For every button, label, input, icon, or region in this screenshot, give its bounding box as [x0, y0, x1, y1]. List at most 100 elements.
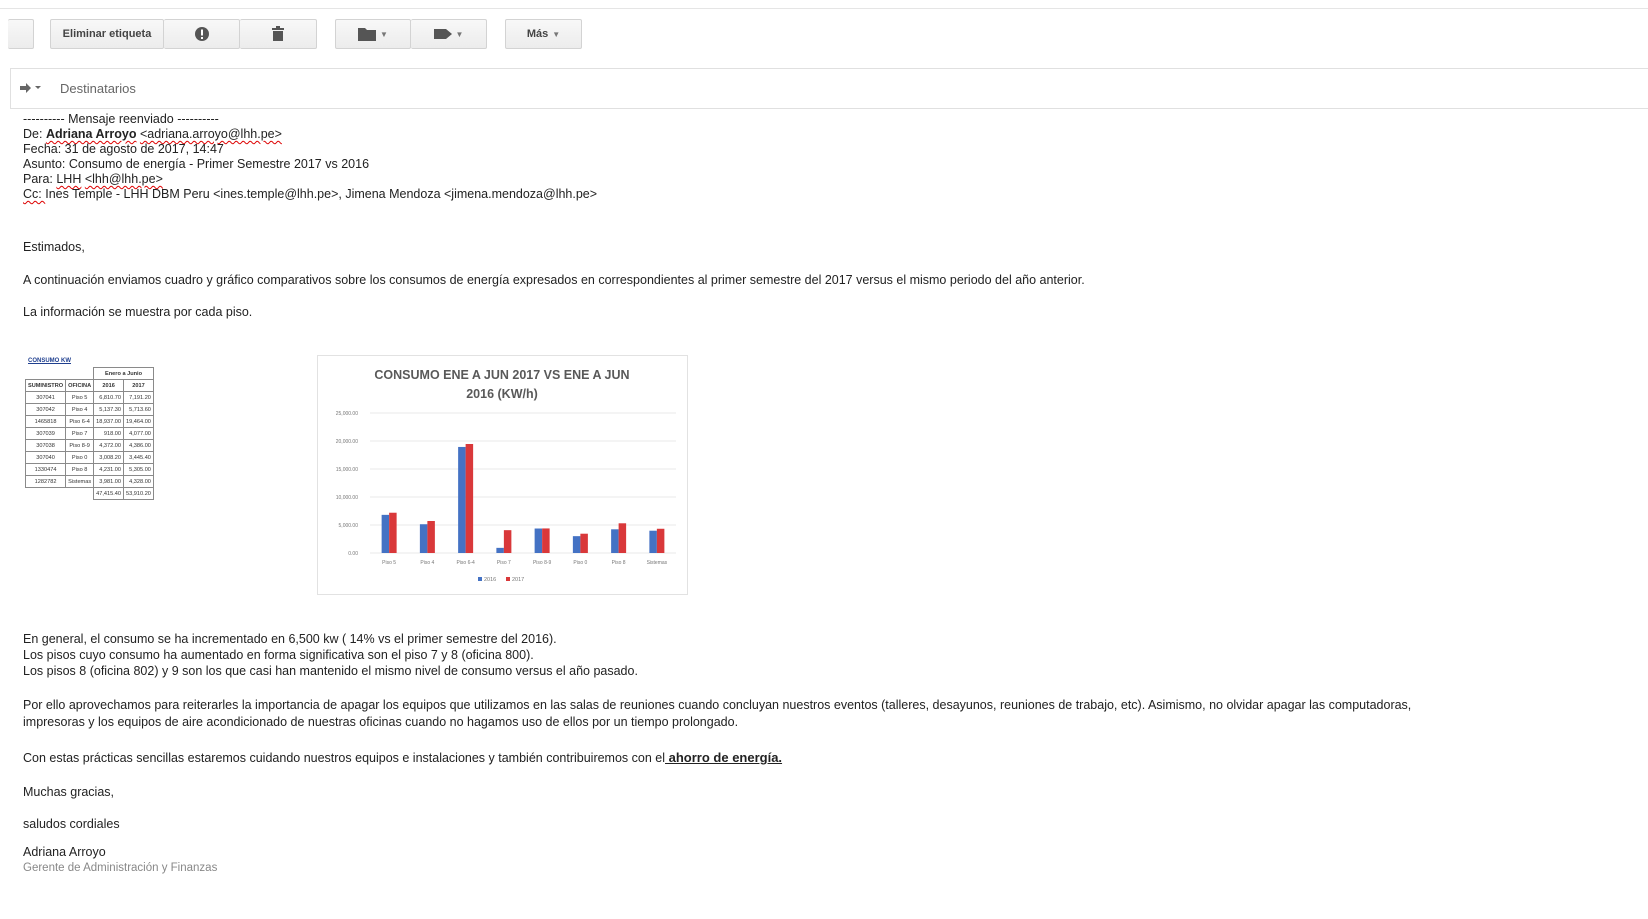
table-cell: 5,305.00 — [123, 463, 154, 476]
x-tick-label: Piso 5 — [382, 560, 396, 566]
consumption-chart: CONSUMO ENE A JUN 2017 VS ENE A JUN 2016… — [317, 355, 688, 595]
table-row: 307038 Piso 8-9 4,372.00 4,386.00 — [24, 439, 154, 452]
y-tick-label: 25,000.00 — [336, 411, 358, 417]
table-cell: 307040 — [24, 451, 67, 464]
table-cell: Sistemas — [65, 475, 95, 488]
bar-2017 — [656, 528, 665, 553]
table-cell: 3,981.00 — [93, 475, 125, 488]
table-cell: 19,464.00 — [123, 415, 154, 428]
recipients-divider — [10, 108, 1648, 109]
table-cell: Piso 5 — [65, 391, 95, 404]
to-name: LHH — [56, 172, 82, 186]
y-tick-label: 5,000.00 — [339, 523, 359, 529]
forwarded-header: ---------- Mensaje reenviado ---------- … — [23, 112, 1633, 202]
exclamation-icon — [194, 27, 209, 41]
bar-2016 — [572, 536, 581, 553]
x-tick-label: Piso 6-4 — [456, 560, 475, 566]
more-button[interactable]: Más ▼ — [505, 19, 582, 49]
cc-label: Cc: — [23, 187, 46, 201]
bar-2016 — [534, 528, 543, 553]
table-cell: 918.00 — [93, 427, 125, 440]
advice-line-1: Por ello aprovechamos para reiterarles l… — [23, 698, 1412, 712]
table-cell: 4,077.00 — [123, 427, 154, 440]
regards-line: saludos cordiales — [23, 817, 120, 831]
chart-title-line1: CONSUMO ENE A JUN 2017 VS ENE A JUN — [374, 368, 629, 382]
bar-2016 — [496, 547, 504, 553]
table-row: 307040 Piso 0 3,008.20 3,445.40 — [24, 451, 154, 464]
chart-svg: CONSUMO ENE A JUN 2017 VS ENE A JUN 2016… — [336, 368, 676, 583]
chevron-down-icon: ▼ — [380, 29, 388, 39]
table-header: OFICINA — [65, 379, 95, 392]
table-cell: 4,372.00 — [93, 439, 125, 452]
consumption-table: Enero a Junio SUMINISTRO OFICINA 2016 20… — [24, 367, 154, 500]
summary-line-2: Los pisos cuyo consumo ha aumentado en f… — [23, 648, 534, 662]
header-divider — [10, 68, 1648, 69]
bar-2017 — [618, 523, 627, 553]
closing-emphasis: ahorro de energía. — [665, 750, 783, 765]
bar-2017 — [503, 530, 512, 553]
remove-label-button[interactable]: Eliminar etiqueta — [50, 19, 164, 49]
from-email[interactable]: <adriana.arroyo@lhh.pe> — [140, 127, 282, 141]
y-tick-label: 0.00 — [348, 551, 358, 557]
bar-2016 — [381, 514, 390, 553]
folder-icon — [358, 28, 377, 41]
table-cell: 1282782 — [24, 475, 67, 488]
from-line: De: Adriana Arroyo <adriana.arroyo@lhh.p… — [23, 127, 1633, 142]
table-cell: 1330474 — [24, 463, 67, 476]
more-label: Más — [526, 28, 549, 40]
legend-swatch — [478, 577, 482, 581]
table-cell: 5,137.30 — [93, 403, 125, 416]
cc-recipients[interactable]: Ines Temple - LHH DBM Peru <ines.temple@… — [45, 187, 597, 201]
trash-icon — [272, 26, 284, 41]
from-name: Adriana Arroyo — [45, 127, 137, 141]
legend-swatch — [506, 577, 510, 581]
chevron-down-icon: ▼ — [552, 29, 561, 39]
bar-2016 — [611, 529, 619, 553]
to-email[interactable]: <lhh@lhh.pe> — [85, 172, 163, 186]
table-cell: 307042 — [24, 403, 67, 416]
top-separator — [0, 8, 1648, 9]
move-to-button[interactable]: ▼ — [335, 19, 411, 49]
table-cell: 3,445.40 — [123, 451, 154, 464]
consumption-table-image: CONSUMO KW Enero a Junio SUMINISTRO OFIC… — [24, 357, 250, 517]
table-row: 307042 Piso 4 5,137.30 5,713.60 — [24, 403, 154, 416]
bar-2017 — [389, 512, 397, 553]
date-line: Fecha: 31 de agosto de 2017, 14:47 — [23, 142, 224, 156]
forward-arrow-icon — [20, 83, 41, 93]
back-button[interactable] — [8, 19, 34, 49]
to-line: Para: LHH <lhh@lhh.pe> — [23, 172, 1633, 187]
legend-label: 2017 — [512, 577, 524, 583]
advice-line-2: impresoras y los equipos de aire acondic… — [23, 715, 739, 729]
from-label: De: — [23, 127, 46, 141]
forward-separator: ---------- Mensaje reenviado ---------- — [23, 112, 219, 126]
y-tick-label: 20,000.00 — [336, 439, 358, 445]
total-cell: 53,910.20 — [123, 487, 154, 500]
table-row: 1282782 Sistemas 3,981.00 4,328.00 — [24, 475, 154, 488]
greeting: Estimados, — [23, 240, 85, 254]
table-cell: Piso 0 — [65, 451, 95, 464]
x-tick-label: Sistemas — [647, 560, 668, 566]
thanks-line: Muchas gracias, — [23, 785, 115, 799]
chart-title-line2: 2016 (KW/h) — [466, 387, 538, 401]
bar-2017 — [580, 533, 588, 553]
x-tick-label: Piso 0 — [573, 560, 587, 566]
x-tick-label: Piso 8-9 — [533, 560, 552, 566]
header-left-border — [10, 68, 11, 108]
labels-button[interactable]: ▼ — [411, 19, 487, 49]
bar-2016 — [649, 530, 657, 553]
table-row: 1465818 Piso 6-4 18,937.00 19,464.00 — [24, 415, 154, 428]
recipients-row[interactable]: Destinatarios — [20, 78, 136, 98]
bar-2016 — [419, 524, 428, 553]
table-cell: 4,386.00 — [123, 439, 154, 452]
delete-button[interactable] — [240, 19, 317, 49]
bar-2017 — [427, 521, 435, 553]
info-paragraph: La información se muestra por cada piso. — [23, 305, 253, 319]
table-cell: 5,713.60 — [123, 403, 154, 416]
table-cell: Piso 4 — [65, 403, 95, 416]
report-spam-button[interactable] — [164, 19, 240, 49]
table-cell: 3,008.20 — [93, 451, 125, 464]
intro-paragraph: A continuación enviamos cuadro y gráfico… — [23, 273, 1085, 287]
subject-line: Asunto: Consumo de energía - Primer Seme… — [23, 157, 370, 171]
x-tick-label: Piso 7 — [497, 560, 511, 566]
x-tick-label: Piso 8 — [612, 560, 626, 566]
